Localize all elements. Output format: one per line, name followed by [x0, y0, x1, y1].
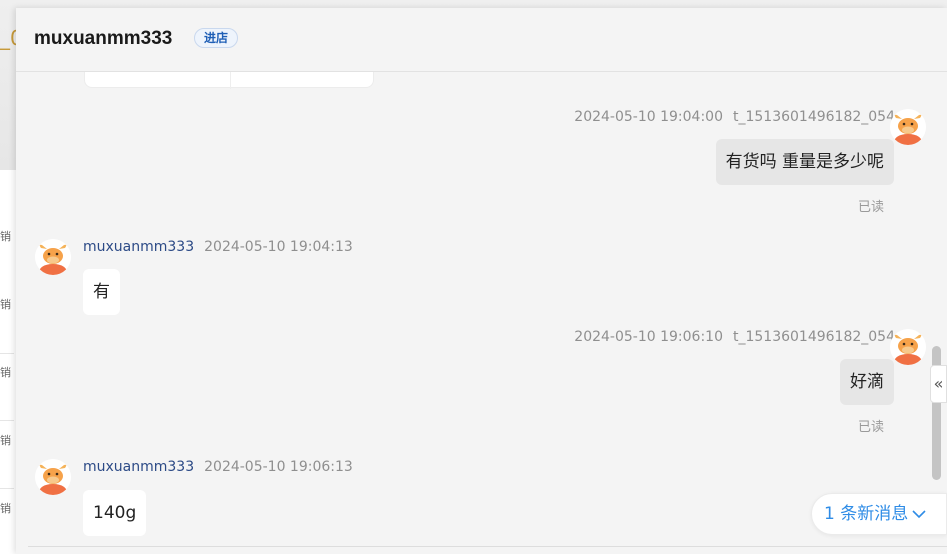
avatar[interactable]	[35, 239, 71, 275]
product-card-partial[interactable]	[84, 72, 374, 89]
message-meta: muxuanmm333 2024-05-10 19:04:13	[83, 239, 353, 255]
message-time: 2024-05-10 19:06:10	[574, 329, 723, 345]
background-divider	[0, 488, 14, 489]
message-meta: 2024-05-10 19:06:10 t_1513601496182_054	[574, 329, 895, 345]
collapse-panel-button[interactable]: «	[930, 365, 947, 403]
read-status: 已读	[857, 420, 884, 435]
cow-avatar-icon	[890, 109, 926, 145]
background-side-label: 销	[0, 366, 11, 379]
background-divider	[0, 353, 14, 354]
avatar[interactable]	[890, 109, 926, 145]
cow-avatar-icon	[35, 459, 71, 495]
background-side-label: 销	[0, 298, 11, 311]
new-messages-button[interactable]: 1 条新消息	[811, 493, 947, 535]
input-divider	[28, 546, 947, 547]
cow-avatar-icon	[35, 239, 71, 275]
double-chevron-left-icon: «	[933, 374, 944, 393]
message-sender: t_1513601496182_054	[732, 329, 895, 345]
message-bubble[interactable]: 好滴	[840, 359, 894, 405]
message-bubble[interactable]: 有货吗 重量是多少呢	[715, 139, 894, 185]
message-bubble[interactable]: 140g	[83, 490, 147, 536]
chat-panel: muxuanmm333 进店 2024-05-10 19:04:00 t_1513…	[16, 8, 947, 554]
card-divider	[230, 72, 231, 89]
chevron-down-icon	[912, 494, 926, 534]
cow-avatar-icon	[890, 329, 926, 365]
new-messages-label: 1 条新消息	[824, 504, 909, 524]
message-list[interactable]: 2024-05-10 19:04:00 t_1513601496182_054 有…	[16, 72, 947, 554]
shop-entry-button[interactable]: 进店	[194, 28, 239, 48]
message-meta: 2024-05-10 19:04:00 t_1513601496182_054	[574, 109, 895, 125]
sender-name-link[interactable]: muxuanmm333	[83, 459, 194, 475]
background-side-label: 销	[0, 502, 11, 515]
message-time: 2024-05-10 19:04:13	[204, 239, 353, 255]
avatar[interactable]	[35, 459, 71, 495]
message-bubble[interactable]: 有	[83, 269, 120, 315]
background-side-label: 销	[0, 230, 11, 243]
message-time: 2024-05-10 19:06:13	[204, 459, 353, 475]
avatar[interactable]	[890, 329, 926, 365]
chat-title: muxuanmm333	[34, 28, 173, 49]
message-meta: muxuanmm333 2024-05-10 19:06:13	[83, 459, 353, 475]
chat-header: muxuanmm333 进店	[16, 8, 947, 72]
read-status: 已读	[857, 200, 884, 215]
background-divider	[0, 420, 14, 421]
message-time: 2024-05-10 19:04:00	[574, 109, 723, 125]
sender-name-link[interactable]: muxuanmm333	[83, 239, 194, 255]
background-side-label: 销	[0, 434, 11, 447]
message-sender: t_1513601496182_054	[732, 109, 895, 125]
